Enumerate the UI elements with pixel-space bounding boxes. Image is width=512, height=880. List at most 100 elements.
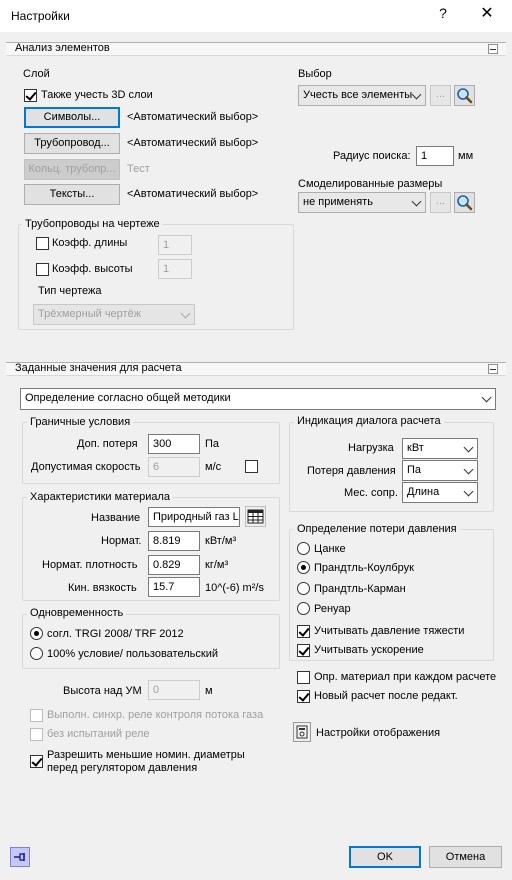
material-each-calc-checkbox[interactable]: [297, 671, 310, 684]
pin-icon: [14, 853, 25, 861]
acceleration-label: Учитывать ускорение: [314, 644, 424, 656]
search-select-button[interactable]: [454, 85, 475, 106]
material-each-calc-label: Опр. материал при каждом расчете: [314, 671, 497, 683]
display-settings-button[interactable]: [293, 722, 311, 742]
speed-label: Допустимая скорость: [31, 461, 141, 473]
simultaneity-title: Одновременность: [27, 607, 127, 619]
norm-unit: кВт/м³: [205, 535, 237, 547]
speed-input[interactable]: 6: [148, 457, 200, 477]
method-zanke-radio[interactable]: [297, 542, 310, 555]
height-coef-checkbox[interactable]: [36, 263, 49, 276]
load-combo[interactable]: кВт: [402, 438, 478, 459]
symbols-button[interactable]: Символы...: [24, 107, 120, 128]
loss-label: Доп. потеря: [77, 438, 138, 450]
load-combo-value: кВт: [407, 442, 424, 454]
indication-title: Индикация диалога расчета: [294, 415, 444, 427]
search-radius-input[interactable]: 1: [416, 146, 454, 166]
also-3d-checkbox[interactable]: [24, 89, 37, 102]
density-unit: кг/м³: [205, 559, 229, 571]
pipes-button[interactable]: Трубопровод...: [24, 133, 120, 154]
simultaneity-group: [22, 614, 280, 669]
display-settings-icon: [296, 725, 308, 739]
norm-input[interactable]: 8.819: [148, 531, 200, 551]
calc-section-header[interactable]: Заданные значения для расчета: [6, 362, 506, 376]
speed-checkbox[interactable]: [245, 460, 258, 473]
texts-button[interactable]: Тексты...: [24, 184, 120, 205]
selection-dots-button[interactable]: ...: [430, 85, 451, 106]
height-coef-input[interactable]: 1: [158, 259, 192, 279]
analysis-section-header[interactable]: Анализ элементов: [6, 42, 506, 56]
material-table-button[interactable]: [245, 506, 266, 527]
collapse-icon[interactable]: [488, 364, 498, 374]
pressure-loss-title: Определение потери давления: [294, 523, 460, 535]
simultaneity-trgi-radio[interactable]: [30, 627, 43, 640]
loss-input[interactable]: 300: [148, 434, 200, 454]
also-3d-label: Также учесть 3D слои: [41, 89, 153, 101]
height-unit: м: [205, 685, 213, 697]
method-combo[interactable]: Определение согласно общей методики: [20, 388, 496, 410]
length-coef-checkbox[interactable]: [36, 237, 49, 250]
no-test-relay-label: без испытаний реле: [47, 728, 150, 740]
gravity-pressure-label: Учитывать давление тяжести: [314, 625, 465, 637]
collapse-icon[interactable]: [488, 44, 498, 54]
layer-group-title: Слой: [23, 68, 50, 80]
ring-pipes-button[interactable]: Кольц. трубопр...: [24, 159, 120, 180]
sync-relay-checkbox[interactable]: [30, 709, 43, 722]
method-prandtl-karman-radio[interactable]: [297, 582, 310, 595]
search-radius-label: Радиус поиска:: [333, 150, 411, 162]
recalc-after-edit-checkbox[interactable]: [297, 690, 310, 703]
help-button[interactable]: ?: [434, 5, 452, 21]
method-renouard-radio[interactable]: [297, 602, 310, 615]
symbols-value: <Автоматический выбор>: [127, 111, 259, 123]
allow-smaller-checkbox[interactable]: [30, 755, 43, 768]
height-coef-label: Коэфф. высоты: [52, 263, 133, 275]
pin-button[interactable]: [10, 847, 30, 867]
modeled-dims-combo[interactable]: не применять: [298, 192, 426, 213]
search-modeled-button[interactable]: [454, 192, 475, 213]
local-resist-combo[interactable]: Длина: [402, 482, 478, 503]
drawing-type-value: Трёхмерный чертёж: [38, 308, 142, 320]
ring-pipes-value: Тест: [127, 163, 150, 175]
length-coef-input[interactable]: 1: [158, 235, 192, 255]
chevron-down-icon: [180, 308, 191, 319]
magnifier-icon: [457, 195, 473, 211]
sync-relay-label: Выполн. синхр. реле контроля потока газа: [47, 709, 264, 721]
texts-value: <Автоматический выбор>: [127, 188, 259, 200]
selection-combo-value: Учесть все элементы: [303, 89, 413, 101]
search-radius-unit: мм: [458, 150, 474, 162]
density-label: Нормат. плотность: [42, 559, 138, 571]
loss-unit: Па: [205, 438, 220, 450]
selection-combo[interactable]: Учесть все элементы: [298, 85, 426, 106]
height-input[interactable]: 0: [148, 680, 200, 700]
density-input[interactable]: 0.829: [148, 555, 200, 575]
method-zanke-label: Цанке: [314, 543, 346, 555]
chevron-down-icon: [411, 89, 422, 100]
viscosity-label: Кин. вязкость: [68, 582, 137, 594]
simultaneity-100-radio[interactable]: [30, 647, 43, 660]
analysis-section-title: Анализ элементов: [15, 42, 110, 54]
viscosity-input[interactable]: 15.7: [148, 577, 200, 597]
boundary-title: Граничные условия: [27, 416, 134, 428]
method-prandtl-colebrook-label: Прандтль-Коулбрук: [314, 562, 414, 574]
no-test-relay-checkbox[interactable]: [30, 728, 43, 741]
method-prandtl-colebrook-radio[interactable]: [297, 561, 310, 574]
height-label: Высота над УМ: [63, 685, 142, 697]
modeled-dims-value: не применять: [303, 196, 373, 208]
norm-label: Нормат.: [101, 535, 142, 547]
close-button[interactable]: ✕: [475, 3, 499, 23]
gravity-pressure-checkbox[interactable]: [297, 625, 310, 638]
speed-unit: м/с: [205, 461, 222, 473]
method-prandtl-karman-label: Прандтль-Карман: [314, 583, 406, 595]
ok-button[interactable]: OK: [349, 846, 421, 868]
acceleration-checkbox[interactable]: [297, 644, 310, 657]
method-renouard-label: Ренуар: [314, 603, 351, 615]
cancel-button[interactable]: Отмена: [429, 846, 502, 868]
material-name-input[interactable]: Природный газ L: [148, 507, 240, 527]
local-resist-combo-value: Длина: [407, 486, 440, 498]
simultaneity-trgi-label: согл. TRGI 2008/ TRF 2012: [47, 628, 184, 640]
modeled-dots-button[interactable]: ...: [430, 192, 451, 213]
display-settings-label: Настройки отображения: [316, 727, 441, 739]
drawing-type-combo[interactable]: Трёхмерный чертёж: [33, 304, 195, 325]
pressure-loss-combo[interactable]: Па: [402, 460, 478, 481]
pressure-loss-combo-value: Па: [407, 464, 422, 476]
